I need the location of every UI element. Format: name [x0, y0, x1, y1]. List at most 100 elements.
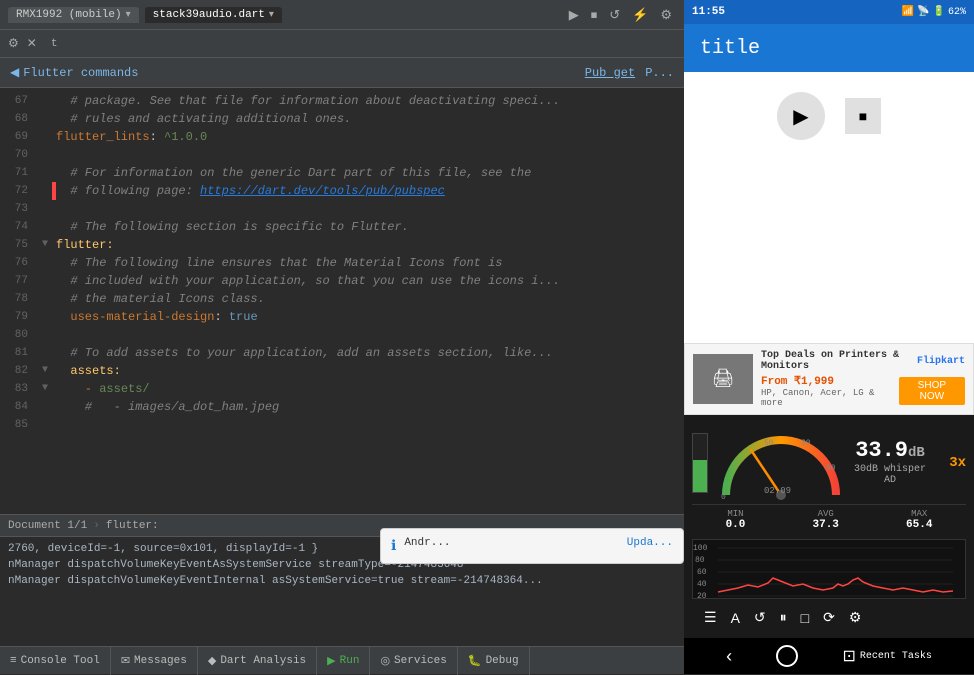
- shop-now-button[interactable]: SHOP NOW: [899, 377, 965, 405]
- chart-area: 100 80 60 40 20 59 114 129: [692, 539, 966, 599]
- more-action-btn[interactable]: ⚡: [628, 5, 652, 25]
- multiplier-display: 3x: [949, 455, 966, 471]
- printer-icon: 🖨: [712, 368, 735, 390]
- messages-icon: ✉: [121, 654, 130, 668]
- ad-type-label: AD: [854, 475, 926, 486]
- semicircle-gauge: 0 50 80 90 02:09: [716, 425, 846, 500]
- db-noise-label: 30dB whisper: [854, 464, 926, 475]
- back-button[interactable]: ‹: [726, 646, 732, 667]
- sound-meter: 0 50 80 90 02:09 33.9dB 30dB whisper AD …: [684, 415, 974, 638]
- flutter-commands-label: ◀ Flutter commands: [10, 65, 138, 80]
- signal-icon: 📡: [917, 6, 929, 18]
- phone-ctrl-menu[interactable]: ☰: [700, 607, 721, 628]
- services-label: Services: [394, 655, 447, 667]
- code-line-81: 81 # To add assets to your application, …: [0, 344, 684, 362]
- code-line-71: 71 # For information on the generic Dart…: [0, 164, 684, 182]
- phone-ctrl-square[interactable]: □: [797, 608, 813, 628]
- breadcrumb-section: flutter:: [106, 520, 159, 532]
- stat-min: MIN 0.0: [726, 509, 746, 531]
- breadcrumb-doc: Document 1/1: [8, 520, 87, 532]
- services-icon: ◎: [380, 654, 390, 668]
- fold-icon-75[interactable]: ▼: [38, 236, 52, 254]
- fold-icon-83[interactable]: ▼: [38, 380, 52, 398]
- debug-label: Debug: [486, 655, 519, 667]
- stat-avg: AVG 37.3: [813, 509, 839, 531]
- toolbar-actions: ▶ ⏹ ↺ ⚡ ⚙: [565, 5, 676, 25]
- console-tool-label: Console Tool: [21, 655, 100, 667]
- phone-time: 11:55: [692, 6, 725, 18]
- info-icon: ℹ: [391, 538, 396, 555]
- stop-action-btn[interactable]: ⏹: [587, 5, 602, 25]
- bottom-toolbar: ≡ Console Tool ✉ Messages ◆ Dart Analysi…: [0, 646, 684, 674]
- device-tab-label: RMX1992 (mobile): [16, 9, 122, 21]
- dart-tab-close[interactable]: ▾: [269, 9, 274, 21]
- code-editor[interactable]: 67 # package. See that file for informat…: [0, 88, 684, 514]
- ide-panel: RMX1992 (mobile) ▾ stack39audio.dart ▾ ▶…: [0, 0, 684, 674]
- stat-max: MAX 65.4: [906, 509, 932, 531]
- phone-status-bar: 11:55 📶 📡 🔋 62%: [684, 0, 974, 24]
- toolbar-run[interactable]: ▶ Run: [317, 647, 370, 675]
- level-fill-left: [693, 460, 707, 492]
- flutter-arrow-icon: ◀: [10, 65, 19, 80]
- app-title: title: [700, 37, 760, 60]
- svg-text:02:09: 02:09: [764, 486, 791, 496]
- messages-label: Messages: [134, 655, 187, 667]
- tab-device[interactable]: RMX1992 (mobile) ▾: [8, 7, 139, 23]
- ad-text-content: Top Deals on Printers & Monitors Flipkar…: [761, 350, 965, 408]
- android-popup-title: Andr...: [404, 537, 450, 549]
- run-label: Run: [340, 655, 360, 667]
- ad-banner: 🖨 Top Deals on Printers & Monitors Flipk…: [684, 343, 974, 415]
- recent-tasks-button[interactable]: ⊡ Recent Tasks: [842, 646, 931, 666]
- settings-icon[interactable]: ⚙: [8, 36, 19, 51]
- android-popup-update-link[interactable]: Upda...: [627, 537, 673, 549]
- chart-svg: 100 80 60 40 20: [693, 540, 953, 599]
- code-line-72: 72 # following page: https://dart.dev/to…: [0, 182, 684, 200]
- code-line-69: 69 flutter_lints: ^1.0.0: [0, 128, 684, 146]
- toolbar-messages[interactable]: ✉ Messages: [111, 647, 198, 675]
- home-button[interactable]: [776, 645, 798, 667]
- phone-ctrl-rotate[interactable]: ↺: [750, 607, 770, 628]
- play-button[interactable]: ▶: [777, 92, 825, 140]
- phone-ctrl-pause[interactable]: ⏸: [776, 607, 791, 628]
- device-tab-close[interactable]: ▾: [126, 9, 131, 21]
- run-icon: ▶: [327, 654, 335, 668]
- code-line-76: 76 # The following line ensures that the…: [0, 254, 684, 272]
- reload-action-btn[interactable]: ↺: [605, 5, 624, 25]
- phone-ctrl-text[interactable]: A: [727, 608, 744, 628]
- phone-ctrl-settings[interactable]: ⚙: [845, 607, 866, 628]
- svg-text:40: 40: [697, 580, 707, 589]
- phone-status-icons: 📶 📡 🔋 62%: [902, 6, 966, 18]
- phone-nav-bar: ‹ ⊡ Recent Tasks: [684, 638, 974, 674]
- wifi-icon: 📶: [902, 6, 914, 18]
- media-controls: ▶ ■: [777, 92, 881, 140]
- phone-ctrl-refresh[interactable]: ⟳: [819, 607, 839, 628]
- breadcrumb-separator: ›: [93, 520, 100, 532]
- toolbar-dart-analysis[interactable]: ◆ Dart Analysis: [198, 647, 317, 675]
- toolbar-services[interactable]: ◎ Services: [370, 647, 457, 675]
- svg-text:100: 100: [693, 544, 708, 553]
- tab-dart-file[interactable]: stack39audio.dart ▾: [145, 7, 282, 23]
- app-title-bar: title: [684, 24, 974, 72]
- code-line-82: 82 ▼ assets:: [0, 362, 684, 380]
- db-value-display: 33.9dB: [854, 440, 926, 462]
- svg-text:80: 80: [695, 556, 705, 565]
- settings-action-btn[interactable]: ⚙: [656, 5, 676, 25]
- svg-text:20: 20: [697, 592, 707, 599]
- code-line-84: 84 # - images/a_dot_ham.jpeg: [0, 398, 684, 416]
- run-action-btn[interactable]: ▶: [565, 5, 583, 25]
- toolbar-debug[interactable]: 🐛 Debug: [458, 647, 530, 675]
- code-line-85: 85: [0, 416, 684, 434]
- flutter-more-link[interactable]: P...: [645, 66, 674, 80]
- code-line-77: 77 # included with your application, so …: [0, 272, 684, 290]
- svg-text:90: 90: [826, 464, 836, 473]
- fold-icon-82[interactable]: ▼: [38, 362, 52, 380]
- close-tab-icon[interactable]: ✕: [27, 36, 37, 51]
- stop-button[interactable]: ■: [845, 98, 881, 134]
- code-line-79: 79 uses-material-design: true: [0, 308, 684, 326]
- console-tool-icon: ≡: [10, 655, 17, 667]
- ad-headline: Top Deals on Printers & Monitors: [761, 350, 917, 372]
- phone-panel: 11:55 📶 📡 🔋 62% title ▶ ■ 🖨 Top Deals on…: [684, 0, 974, 674]
- toolbar-console-tool[interactable]: ≡ Console Tool: [0, 647, 111, 675]
- db-display: 33.9dB 30dB whisper AD: [854, 440, 926, 486]
- pub-get-link[interactable]: Pub get: [585, 66, 635, 80]
